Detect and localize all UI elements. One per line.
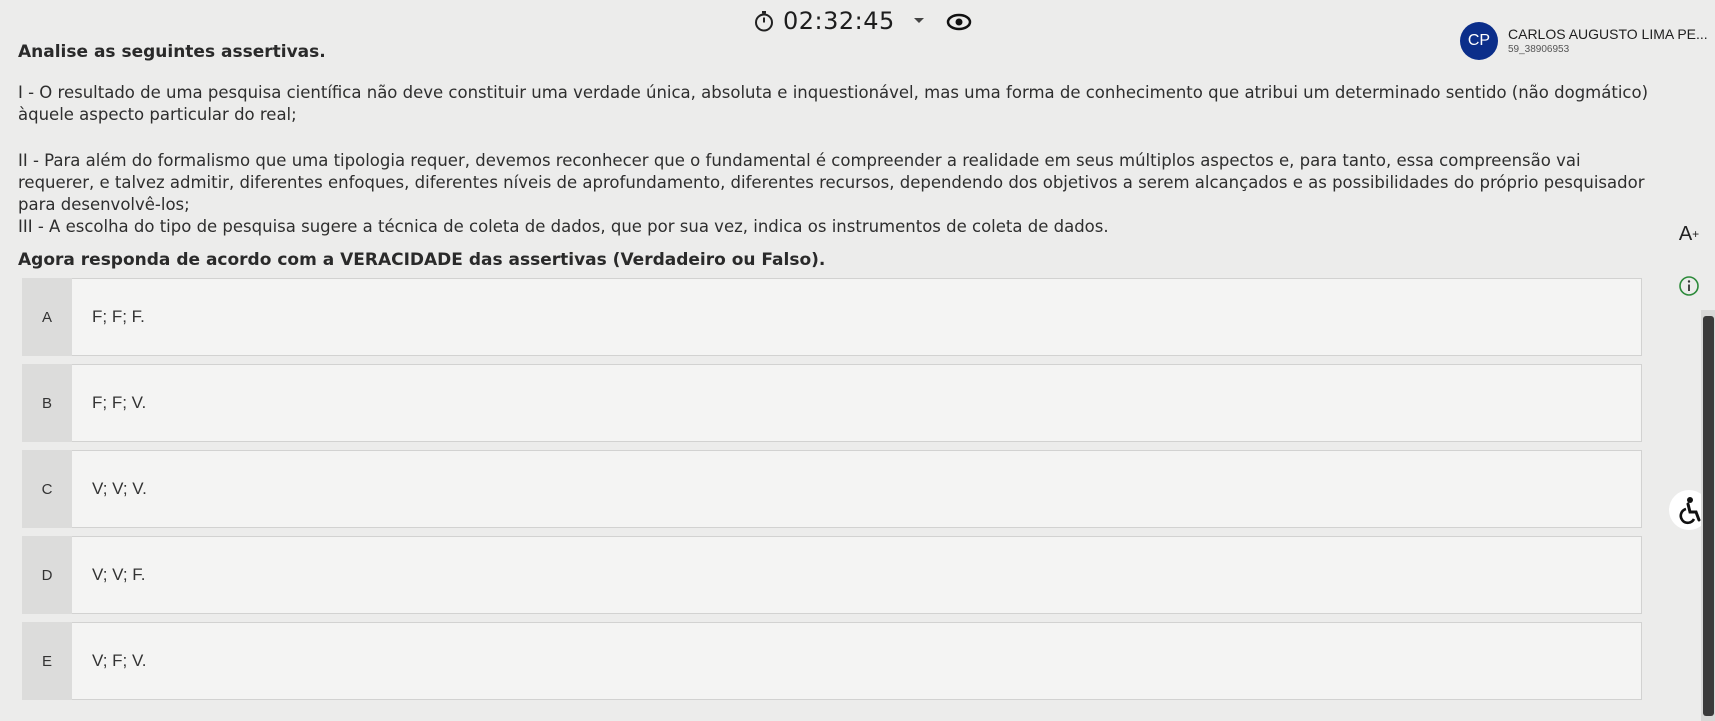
user-profile[interactable]: CP CARLOS AUGUSTO LIMA PE... 59_38906953 bbox=[1460, 22, 1708, 60]
option-d[interactable]: D V; V; F. bbox=[22, 536, 1642, 614]
option-letter: E bbox=[22, 622, 72, 700]
assertion-3: III - A escolha do tipo de pesquisa suge… bbox=[18, 217, 1109, 236]
question-instruction: Agora responda de acordo com a VERACIDAD… bbox=[18, 250, 826, 270]
option-a[interactable]: A F; F; F. bbox=[22, 278, 1642, 356]
option-text: F; F; F. bbox=[72, 278, 1642, 356]
font-increase-label: A bbox=[1678, 222, 1693, 245]
font-increase-button[interactable]: A + bbox=[1675, 220, 1703, 248]
option-b[interactable]: B F; F; V. bbox=[22, 364, 1642, 442]
scrollbar-thumb[interactable] bbox=[1703, 316, 1714, 716]
option-text: V; F; V. bbox=[72, 622, 1642, 700]
exam-timer: 02:32:45 bbox=[753, 4, 895, 38]
font-increase-plus: + bbox=[1692, 227, 1700, 241]
option-text: F; F; V. bbox=[72, 364, 1642, 442]
option-e[interactable]: E V; F; V. bbox=[22, 622, 1642, 700]
top-bar: 02:32:45 CP CARLOS AUGUSTO LIMA PE... 59… bbox=[0, 0, 1715, 60]
info-icon[interactable] bbox=[1675, 272, 1703, 300]
user-info: CARLOS AUGUSTO LIMA PE... 59_38906953 bbox=[1508, 27, 1708, 55]
option-text: V; V; V. bbox=[72, 450, 1642, 528]
eye-icon[interactable] bbox=[944, 8, 974, 36]
user-name: CARLOS AUGUSTO LIMA PE... bbox=[1508, 26, 1708, 42]
option-c[interactable]: C V; V; V. bbox=[22, 450, 1642, 528]
assertion-1: I - O resultado de uma pesquisa científi… bbox=[18, 83, 1649, 124]
option-letter: B bbox=[22, 364, 72, 442]
option-letter: A bbox=[22, 278, 72, 356]
stopwatch-icon bbox=[753, 10, 775, 32]
question-prompt: Analise as seguintes assertivas. bbox=[18, 42, 326, 62]
user-id: 59_38906953 bbox=[1508, 44, 1570, 56]
option-letter: D bbox=[22, 536, 72, 614]
option-letter: C bbox=[22, 450, 72, 528]
option-text: V; V; F. bbox=[72, 536, 1642, 614]
avatar: CP bbox=[1460, 22, 1498, 60]
assertion-2: II - Para além do formalismo que uma tip… bbox=[18, 151, 1645, 214]
chevron-down-icon[interactable] bbox=[910, 12, 928, 30]
timer-value: 02:32:45 bbox=[783, 7, 895, 35]
